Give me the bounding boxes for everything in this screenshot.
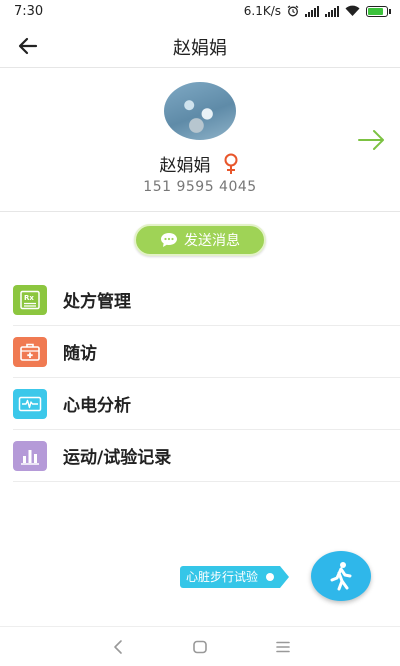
walking-person-icon	[330, 562, 352, 591]
arrow-right-icon[interactable]	[358, 129, 386, 151]
medical-kit-icon	[13, 336, 47, 367]
avatar[interactable]	[164, 82, 236, 140]
wifi-icon	[345, 5, 360, 17]
patient-name: 赵娟娟	[159, 156, 211, 176]
menu-item-exercise-records[interactable]: 运动/试验记录	[13, 430, 400, 482]
menu-label-ecg: 心电分析	[63, 396, 131, 416]
prescription-icon: Rx	[13, 284, 47, 315]
function-menu: Rx 处方管理 随访 心电分析 运动/试验记录	[13, 274, 400, 482]
nav-back-icon[interactable]	[108, 637, 128, 657]
status-icons: 6.1K/s	[243, 4, 391, 18]
chat-bubble-icon	[161, 233, 177, 247]
profile-card: 赵娟娟 151 9595 4045	[0, 69, 400, 212]
svg-text:Rx: Rx	[24, 294, 34, 302]
status-time: 7:30	[14, 4, 44, 19]
menu-item-ecg[interactable]: 心电分析	[13, 378, 400, 430]
patient-phone: 151 9595 4045	[143, 179, 257, 195]
net-speed: 6.1K/s	[243, 4, 281, 18]
ecg-icon	[13, 388, 47, 419]
walk-test-tag[interactable]: 心脏步行试验	[180, 566, 290, 588]
signal-icon	[305, 5, 319, 17]
menu-label-prescription: 处方管理	[63, 292, 131, 312]
app-header: 赵娟娟	[0, 24, 400, 68]
name-row: 赵娟娟	[0, 151, 400, 176]
nav-home-icon[interactable]	[190, 637, 210, 657]
walk-test-label: 心脏步行试验	[186, 570, 259, 584]
send-message-label: 发送消息	[184, 233, 240, 249]
screen: 7:30 6.1K/s 赵娟娟 赵娟娟 151 9595 4045 发送消息 R…	[0, 0, 400, 666]
nav-menu-icon[interactable]	[273, 637, 293, 657]
status-bar: 7:30 6.1K/s	[0, 0, 400, 24]
bar-chart-icon	[13, 440, 47, 471]
walk-test-button[interactable]	[311, 551, 371, 601]
signal-icon-2	[325, 5, 339, 17]
menu-item-followup[interactable]: 随访	[13, 326, 400, 378]
battery-icon	[366, 5, 391, 17]
page-title: 赵娟娟	[173, 38, 227, 59]
tag-dot-icon	[266, 573, 275, 581]
system-nav-bar	[0, 626, 400, 666]
menu-label-exercise-records: 运动/试验记录	[63, 448, 172, 468]
menu-label-followup: 随访	[63, 344, 97, 364]
menu-item-prescription[interactable]: Rx 处方管理	[13, 274, 400, 326]
female-icon	[224, 153, 237, 174]
alarm-icon	[287, 5, 299, 17]
send-message-button[interactable]: 发送消息	[134, 224, 266, 256]
